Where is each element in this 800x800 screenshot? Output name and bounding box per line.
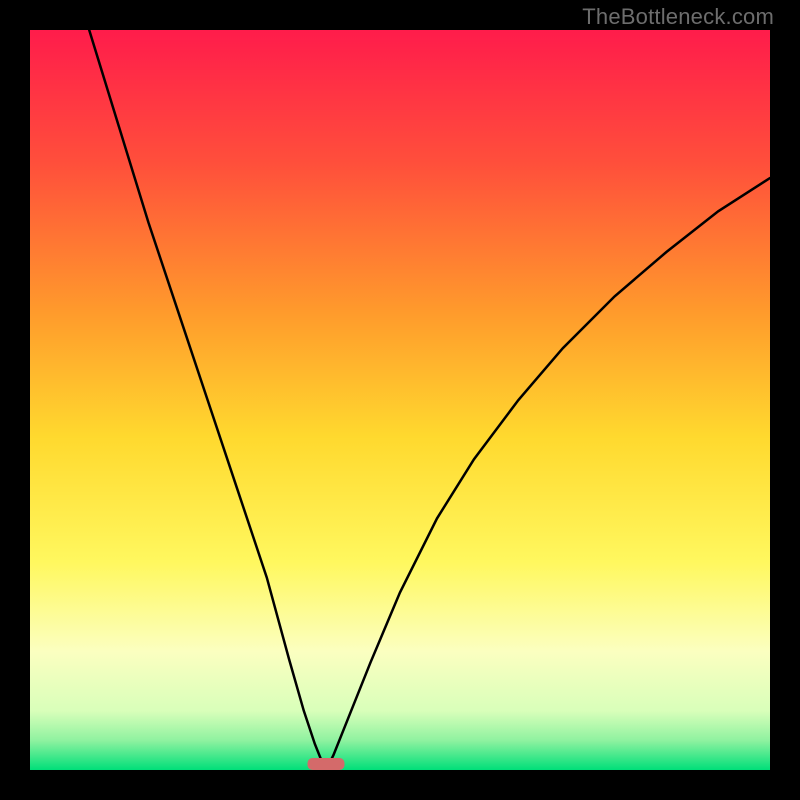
plot-area xyxy=(30,30,770,770)
chart-frame: TheBottleneck.com xyxy=(0,0,800,800)
gradient-background xyxy=(30,30,770,770)
minimum-marker xyxy=(308,758,345,770)
chart-svg xyxy=(30,30,770,770)
watermark-label: TheBottleneck.com xyxy=(582,4,774,30)
